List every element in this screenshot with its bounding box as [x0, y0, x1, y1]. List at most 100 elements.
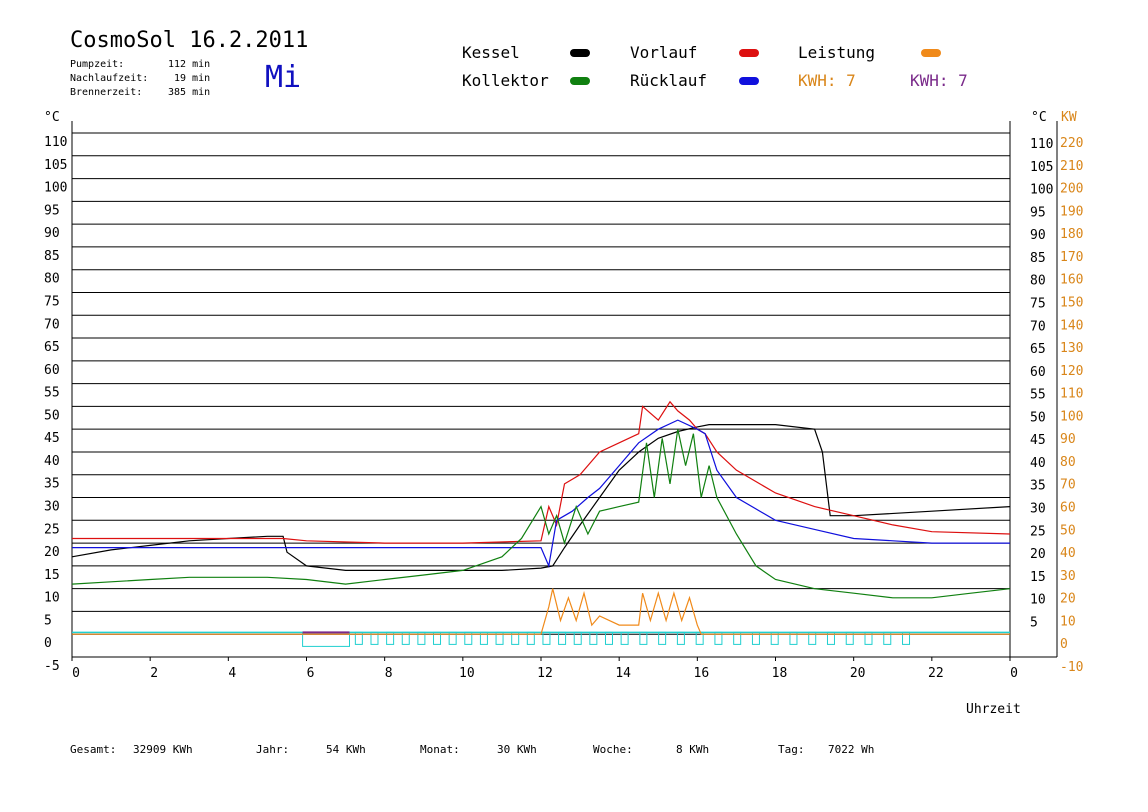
y-tick-label-right: 65: [1030, 342, 1046, 357]
y-tick-label-right: 70: [1030, 319, 1046, 334]
y-tick-label: 60: [44, 363, 60, 378]
y-tick-label: 90: [44, 226, 60, 241]
y-tick-label-right: 35: [1030, 479, 1046, 494]
y2-tick-label: 190: [1060, 204, 1083, 219]
temperature-chart: -505101520253035404550556065707580859095…: [44, 121, 1083, 681]
y-tick-label: 40: [44, 454, 60, 469]
y2-axis-unit: KW: [1061, 110, 1077, 125]
footer-monat-label: Monat:: [420, 743, 460, 756]
y2-tick-label: 10: [1060, 614, 1076, 629]
x-tick-label: 0: [1010, 666, 1018, 681]
footer-woche-value: 8 KWh: [676, 743, 710, 756]
y-tick-label-right: 10: [1030, 593, 1046, 608]
y-tick-label-right: 40: [1030, 456, 1046, 471]
y2-tick-label: 150: [1060, 295, 1083, 310]
y2-tick-label: 130: [1060, 341, 1083, 356]
y2-tick-label: 90: [1060, 432, 1076, 447]
footer-jahr-value: 54 KWh: [326, 743, 366, 756]
x-tick-label: 4: [228, 666, 236, 681]
y-tick-label-right: 25: [1030, 524, 1046, 539]
x-tick-label: 16: [694, 666, 710, 681]
y2-tick-label: 110: [1060, 387, 1083, 402]
footer-woche-label: Woche:: [593, 743, 633, 756]
y-tick-label-right: 110: [1030, 137, 1053, 152]
y-tick-label-right: 95: [1030, 205, 1046, 220]
series-line-vorlauf: [72, 400, 1011, 544]
footer-gesamt-label: Gesamt:: [70, 743, 117, 756]
x-tick-label: 20: [850, 666, 866, 681]
y-axis-unit-right: °C: [1031, 110, 1047, 125]
footer-tag-value: 7022 Wh: [828, 743, 875, 756]
y-tick-label: -5: [44, 659, 60, 674]
y-tick-label: 55: [44, 386, 60, 401]
y-tick-label-right: 50: [1030, 410, 1046, 425]
y2-tick-label: 80: [1060, 455, 1076, 470]
x-axis-label: Uhrzeit: [966, 702, 1021, 717]
y-tick-label-right: 90: [1030, 228, 1046, 243]
x-tick-label: 6: [307, 666, 315, 681]
y2-tick-label: 20: [1060, 592, 1076, 607]
burner-block-top: [302, 631, 350, 634]
y-tick-label: 15: [44, 568, 60, 583]
y-tick-label-right: 75: [1030, 296, 1046, 311]
y-axis-unit-left: °C: [44, 110, 60, 125]
y-tick-label: 85: [44, 249, 60, 264]
y2-tick-label: 50: [1060, 523, 1076, 538]
y-tick-label-right: 55: [1030, 388, 1046, 403]
y-tick-label-right: 105: [1030, 160, 1053, 175]
x-tick-label: 18: [772, 666, 788, 681]
y-tick-label-right: 30: [1030, 502, 1046, 517]
y-tick-label: 65: [44, 340, 60, 355]
y-tick-label: 110: [44, 135, 67, 150]
y-tick-label: 105: [44, 158, 67, 173]
x-tick-label: 2: [150, 666, 158, 681]
x-tick-label: 12: [537, 666, 553, 681]
y-tick-label: 5: [44, 613, 52, 628]
y2-tick-label: 180: [1060, 227, 1083, 242]
y2-tick-label: 120: [1060, 364, 1083, 379]
y2-tick-label: 30: [1060, 569, 1076, 584]
y2-tick-label: 200: [1060, 182, 1083, 197]
y-tick-label-right: 45: [1030, 433, 1046, 448]
y-tick-label: 70: [44, 317, 60, 332]
x-tick-label: 14: [615, 666, 631, 681]
y-tick-label: 95: [44, 203, 60, 218]
y-tick-label: 10: [44, 591, 60, 606]
y-tick-label: 50: [44, 408, 60, 423]
y-tick-label-right: 15: [1030, 570, 1046, 585]
series-line-kollektor: [71, 429, 1011, 599]
footer-tag-label: Tag:: [778, 743, 805, 756]
y-tick-label-right: 100: [1030, 183, 1053, 198]
y-tick-label: 30: [44, 500, 60, 515]
x-tick-label: 8: [385, 666, 393, 681]
y-tick-label-right: 80: [1030, 274, 1046, 289]
y2-tick-label: 40: [1060, 546, 1076, 561]
y-tick-label-right: 5: [1030, 615, 1038, 630]
y-tick-label: 80: [44, 272, 60, 287]
y2-tick-label: 60: [1060, 501, 1076, 516]
y2-tick-label: 220: [1060, 136, 1083, 151]
y-tick-label: 75: [44, 294, 60, 309]
y-tick-label-right: 20: [1030, 547, 1046, 562]
y-tick-label: 20: [44, 545, 60, 560]
series-line-ruecklauf: [72, 419, 1010, 569]
x-tick-label: 0: [72, 666, 80, 681]
y2-tick-label: -10: [1060, 660, 1083, 675]
y-tick-label: 25: [44, 522, 60, 537]
y2-tick-label: 100: [1060, 409, 1083, 424]
y-tick-label-right: 60: [1030, 365, 1046, 380]
footer-gesamt-value: 32909 KWh: [133, 743, 193, 756]
footer-monat-value: 30 KWh: [497, 743, 537, 756]
y-tick-label: 100: [44, 181, 67, 196]
y2-tick-label: 70: [1060, 478, 1076, 493]
y-tick-label: 0: [44, 636, 52, 651]
y2-tick-label: 170: [1060, 250, 1083, 265]
y-tick-label-right: 85: [1030, 251, 1046, 266]
y-tick-label: 35: [44, 477, 60, 492]
y2-tick-label: 160: [1060, 273, 1083, 288]
y-tick-label: 45: [44, 431, 60, 446]
footer-jahr-label: Jahr:: [256, 743, 290, 756]
y2-tick-label: 0: [1060, 637, 1068, 652]
x-tick-label: 22: [928, 666, 944, 681]
y2-tick-label: 140: [1060, 318, 1083, 333]
